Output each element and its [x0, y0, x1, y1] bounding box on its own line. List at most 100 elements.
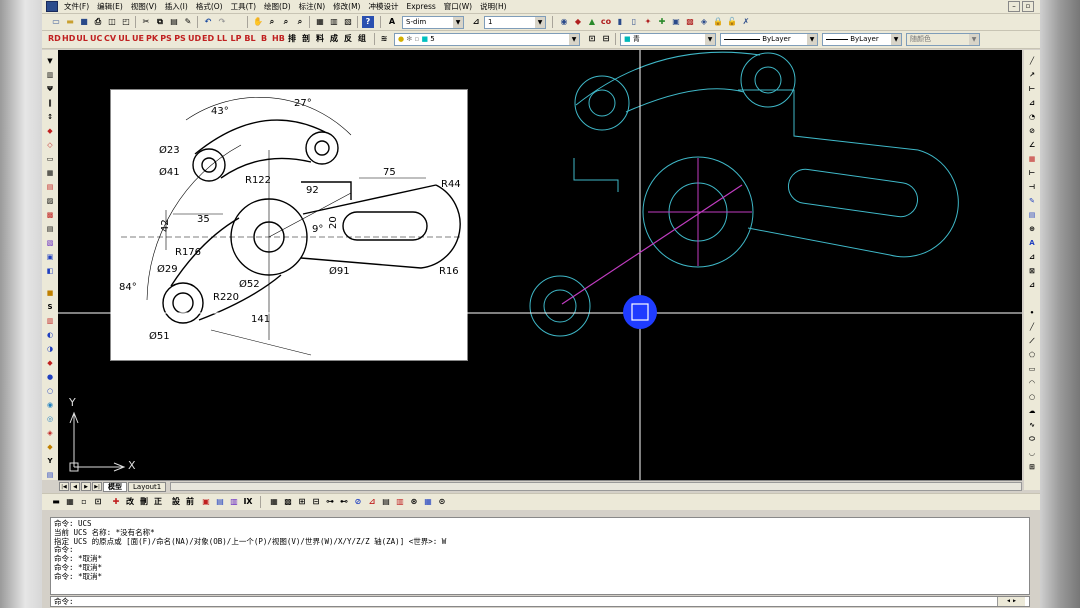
side-tool-6[interactable]: ◆	[44, 126, 56, 137]
dim-style-icon[interactable]: ⊿	[470, 16, 482, 28]
dim-style-dropdown[interactable]: 1 ▼	[484, 16, 546, 29]
side-tool-1[interactable]: ▼	[44, 56, 56, 67]
menu-format[interactable]: 格式(O)	[192, 0, 227, 14]
publish-icon[interactable]: ◰	[120, 16, 132, 28]
bt-tool-3[interactable]: ▫	[78, 496, 90, 508]
tool-icon-1[interactable]: ◉	[558, 16, 570, 28]
tool-icon-2[interactable]: ◆	[572, 16, 584, 28]
custom-tool-ud-icon[interactable]: UD	[188, 33, 201, 45]
command-input-line[interactable]: 命令: ◀ ▶	[50, 596, 1030, 607]
bt-tool-zheng-icon[interactable]: 正	[152, 496, 164, 508]
save-icon[interactable]: ■	[78, 16, 90, 28]
custom-tool-pk-icon[interactable]: PK	[146, 33, 158, 45]
side-tool-30[interactable]: ▤	[44, 470, 56, 481]
tool-icon-11[interactable]: ✗	[740, 16, 752, 28]
bt-tool-21[interactable]: ⊙	[436, 496, 448, 508]
layer-dropdown[interactable]: ● ✻ ▫ ■ 5 ▼	[394, 33, 580, 46]
bt-tool-10[interactable]: ▩	[282, 496, 294, 508]
dim-angular-icon[interactable]: ∠	[1026, 140, 1038, 151]
side-r-icon-9[interactable]: ⊿	[1026, 280, 1038, 291]
bt-tool-15[interactable]: ⊘	[352, 496, 364, 508]
tab-layout1[interactable]: Layout1	[128, 481, 167, 492]
print-preview-icon[interactable]: ◫	[106, 16, 118, 28]
side-tool-24[interactable]: ○	[44, 386, 56, 397]
side-tool-4[interactable]: ‖	[44, 98, 56, 109]
lineweight-dropdown[interactable]: ByLayer ▼	[822, 33, 902, 46]
command-scroll-arrows[interactable]: ◀ ▶	[997, 597, 1025, 606]
polygon-tool-icon[interactable]: ⬠	[1026, 350, 1038, 361]
prev-tab-arrow-icon[interactable]: ◀	[70, 482, 80, 491]
rectangle-tool-icon[interactable]: ▭	[1026, 364, 1038, 375]
side-tool-3[interactable]: Ψ	[44, 84, 56, 95]
custom-tool-ps2-icon[interactable]: PS	[174, 33, 186, 45]
custom-tool-lp-icon[interactable]: LP	[230, 33, 242, 45]
properties-icon[interactable]: ▦	[314, 16, 326, 28]
tool-icon-5[interactable]: ▯	[628, 16, 640, 28]
first-tab-arrow-icon[interactable]: |◀	[59, 482, 69, 491]
paste-icon[interactable]: ▤	[168, 16, 180, 28]
side-tool-9[interactable]: ▦	[44, 168, 56, 179]
linetype-dropdown[interactable]: ByLayer ▼	[720, 33, 818, 46]
ellipse-tool-icon[interactable]: ⬭	[1026, 434, 1038, 445]
next-tab-arrow-icon[interactable]: ▶	[81, 482, 91, 491]
cut-icon[interactable]: ✂	[140, 16, 152, 28]
side-tool-13[interactable]: ▤	[44, 224, 56, 235]
side-tool-22[interactable]: ◆	[44, 358, 56, 369]
layer-previous-icon[interactable]: ⊟	[600, 33, 612, 45]
side-r-icon-3[interactable]: ⊣	[1026, 182, 1038, 193]
custom-tool-ed-icon[interactable]: ED	[202, 33, 214, 45]
side-r-icon-7[interactable]: ⊿	[1026, 252, 1038, 263]
custom-tool-b-icon[interactable]: B	[258, 33, 270, 45]
side-tool-27[interactable]: ◈	[44, 428, 56, 439]
side-tool-10[interactable]: ▤	[44, 182, 56, 193]
bt-tool-2[interactable]: ▦	[64, 496, 76, 508]
point-tool-icon[interactable]: •	[1026, 308, 1038, 319]
bt-tool-4[interactable]: ⊡	[92, 496, 104, 508]
custom-tool-uc-icon[interactable]: UC	[90, 33, 102, 45]
custom-tool-bl-icon[interactable]: BL	[244, 33, 256, 45]
polyline-tool-icon[interactable]: ⟋	[1026, 336, 1038, 347]
side-r-icon-6[interactable]: ⊕	[1026, 224, 1038, 235]
bt-tool-qian-icon[interactable]: 前	[184, 496, 196, 508]
app-logo-icon[interactable]	[46, 1, 58, 12]
tool-icon-4[interactable]: ▮	[614, 16, 626, 28]
bt-tool-12[interactable]: ⊟	[310, 496, 322, 508]
ray-tool-icon[interactable]: ↗	[1026, 70, 1038, 81]
bt-tool-18[interactable]: ▥	[394, 496, 406, 508]
horizontal-scrollbar[interactable]	[170, 482, 1022, 491]
zoom-window-icon[interactable]: ⌕	[280, 16, 292, 28]
dim-radius-icon[interactable]: ◔	[1026, 112, 1038, 123]
menu-tools[interactable]: 工具(T)	[227, 0, 260, 14]
bt-tool-19[interactable]: ⊛	[408, 496, 420, 508]
revcloud-tool-icon[interactable]: ☁	[1026, 406, 1038, 417]
restore-button[interactable]: ▫	[1022, 1, 1034, 12]
text-style-icon[interactable]: A	[386, 16, 398, 28]
custom-tool-ue-icon[interactable]: UE	[132, 33, 144, 45]
co-tool-icon[interactable]: co	[600, 16, 612, 28]
side-tool-7[interactable]: ◇	[44, 140, 56, 151]
bt-tool-16[interactable]: ⊿	[366, 496, 378, 508]
make-layer-current-icon[interactable]: ⊡	[586, 33, 598, 45]
minimize-button[interactable]: –	[1008, 1, 1020, 12]
side-r-icon-5[interactable]: ▤	[1026, 210, 1038, 221]
menu-edit[interactable]: 编辑(E)	[93, 0, 127, 14]
last-tab-arrow-icon[interactable]: ▶|	[92, 482, 102, 491]
arc-tool-icon[interactable]: ◠	[1026, 378, 1038, 389]
bt-tool-5[interactable]: ✚	[110, 496, 122, 508]
side-tool-29[interactable]: Y	[44, 456, 56, 467]
tool-icon-3[interactable]: ▲	[586, 16, 598, 28]
custom-tool-liao-icon[interactable]: 料	[314, 33, 326, 45]
side-tool-2[interactable]: ▥	[44, 70, 56, 81]
menu-express[interactable]: Express	[402, 0, 439, 14]
custom-tool-ul2-icon[interactable]: UL	[118, 33, 130, 45]
menu-insert[interactable]: 插入(I)	[161, 0, 192, 14]
side-r-icon-8[interactable]: ⊠	[1026, 266, 1038, 277]
dim-diameter-icon[interactable]: ⊘	[1026, 126, 1038, 137]
side-tool-26[interactable]: ◎	[44, 414, 56, 425]
bt-tool-6[interactable]: ▣	[200, 496, 212, 508]
tool-icon-6[interactable]: ✦	[642, 16, 654, 28]
bt-tool-gai-icon[interactable]: 改	[124, 496, 136, 508]
undo-icon[interactable]: ↶	[202, 16, 214, 28]
bt-tool-13[interactable]: ⊶	[324, 496, 336, 508]
redo-icon[interactable]: ↷	[216, 16, 228, 28]
